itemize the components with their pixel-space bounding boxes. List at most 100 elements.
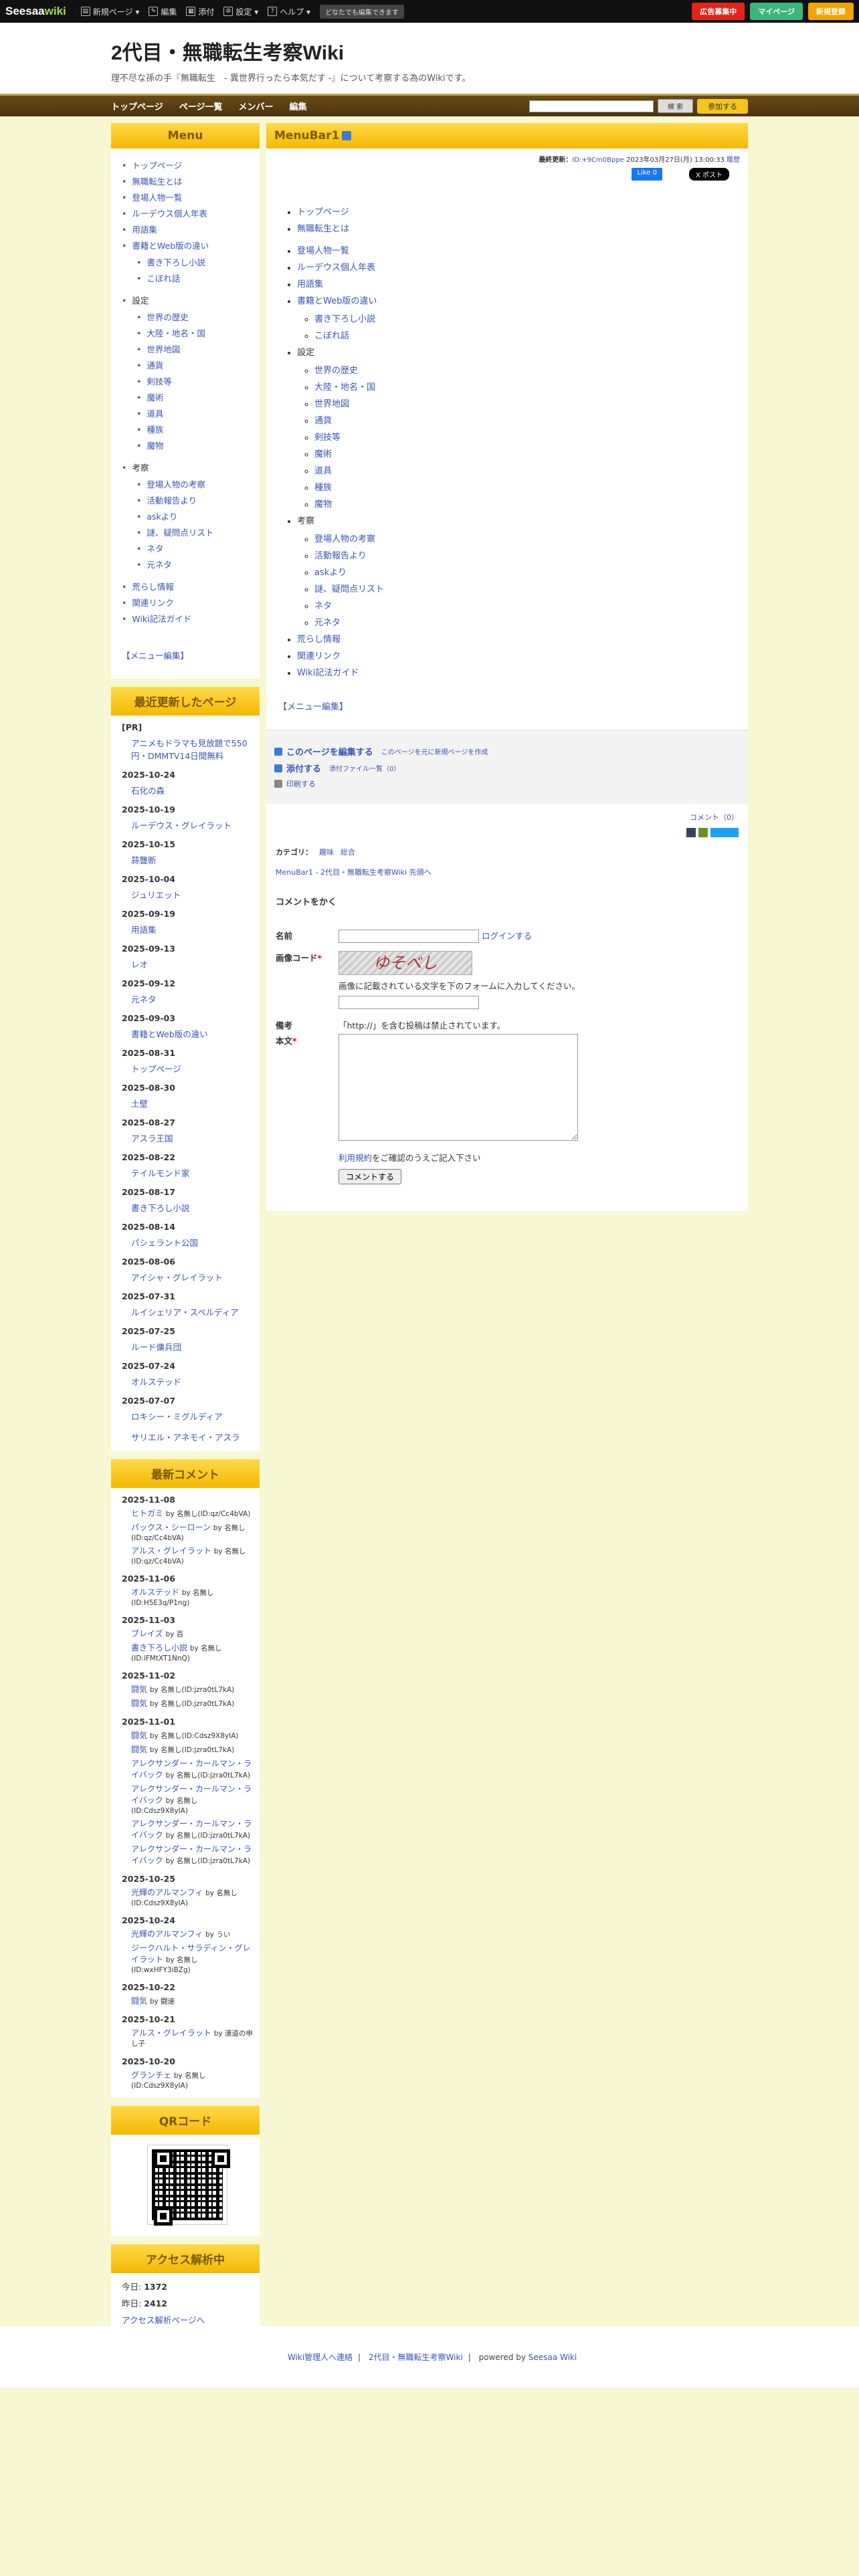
menu-subitem[interactable]: 魔物 — [147, 441, 163, 451]
menu-subitem[interactable]: 活動報告より — [147, 496, 197, 506]
recent-page-link[interactable]: ルード傭兵団 — [131, 1340, 253, 1353]
menu-subitem[interactable]: 大陸・地名・国 — [147, 328, 205, 338]
seesaa-logo[interactable]: Seesaawiki — [5, 5, 66, 18]
attach-link[interactable]: 添付する — [286, 764, 321, 774]
menu-subitem[interactable]: 種族 — [147, 425, 163, 435]
nav-page-list[interactable]: ページ一覧 — [179, 100, 223, 112]
menu-item[interactable]: 書籍とWeb版の違い — [132, 241, 209, 251]
comment-page-link[interactable]: 闘気 — [131, 1745, 147, 1754]
attach-menu[interactable]: ▦ 添付 — [186, 6, 214, 17]
body-link[interactable]: トップページ — [297, 207, 349, 217]
recent-page-link[interactable]: 書き下ろし小説 — [131, 1201, 253, 1214]
name-field[interactable] — [339, 929, 479, 943]
recent-page-link[interactable]: 書籍とWeb版の違い — [131, 1027, 253, 1040]
new-from-page-link[interactable]: このページを元に新規ページを作成 — [381, 749, 488, 756]
recent-page-link[interactable]: テイルモンド家 — [131, 1166, 253, 1179]
body-link[interactable]: 関連リンク — [297, 651, 341, 661]
settings-menu[interactable]: ⚙ 設定 ▾ — [223, 6, 258, 17]
comment-page-link[interactable]: 書き下ろし小説 — [131, 1643, 187, 1652]
body-link[interactable]: 荒らし情報 — [297, 635, 341, 645]
body-sublink[interactable]: 元ネタ — [314, 618, 341, 628]
body-sublink[interactable]: askより — [314, 568, 347, 578]
seesaa-wiki-link[interactable]: Seesaa Wiki — [529, 2353, 577, 2362]
history-link[interactable]: 履歴 — [727, 156, 740, 164]
help-menu[interactable]: ? ヘルプ ▾ — [268, 6, 310, 17]
menu-subitem[interactable]: 世界の歴史 — [147, 312, 189, 322]
pr-link[interactable]: アニメもドラマも見放題で550円・DMMTV14日間無料 — [131, 736, 253, 762]
category-link[interactable]: 総合 — [341, 848, 355, 857]
body-sublink[interactable]: 通貨 — [314, 416, 332, 426]
recent-page-link[interactable]: トップページ — [131, 1062, 253, 1075]
body-sublink[interactable]: こぼれ話 — [314, 331, 349, 341]
submit-comment-button[interactable]: コメントする — [339, 1168, 402, 1184]
recent-page-link[interactable]: アスラ王国 — [131, 1132, 253, 1144]
body-link[interactable]: ルーデウス個人年表 — [297, 263, 375, 273]
nav-members[interactable]: メンバー — [239, 100, 274, 112]
print-link[interactable]: 印刷する — [286, 778, 316, 789]
body-sublink[interactable]: 書き下ろし小説 — [314, 314, 375, 324]
body-sublink[interactable]: 世界の歴史 — [314, 366, 358, 376]
body-link[interactable]: Wiki記法ガイド — [297, 668, 359, 678]
edit-page-link[interactable]: このページを編集する — [286, 748, 373, 758]
tumblr-icon[interactable] — [686, 828, 696, 837]
body-sublink[interactable]: 道具 — [314, 466, 332, 476]
recent-page-link[interactable]: サリエル・アネモイ・アスラ — [131, 1430, 253, 1443]
body-sublink[interactable]: 世界地図 — [314, 399, 349, 409]
menu-subitem[interactable]: 魔術 — [147, 393, 163, 403]
menu-item[interactable]: 登場人物一覧 — [132, 193, 182, 203]
login-link[interactable]: ログインする — [482, 931, 532, 941]
ads-button[interactable]: 広告募集中 — [692, 3, 745, 20]
comment-page-link[interactable]: 闘気 — [131, 1699, 147, 1708]
breadcrumb[interactable]: MenuBar1 - 2代目・無職転生考察Wiki 先頭へ — [276, 868, 432, 877]
comment-page-link[interactable]: 光輝のアルマンフィ — [131, 1888, 203, 1897]
menu-subitem[interactable]: askより — [147, 512, 177, 522]
comment-body-field[interactable] — [339, 1033, 578, 1141]
menu-item[interactable]: ルーデウス個人年表 — [132, 209, 207, 219]
body-sublink[interactable]: 謎、疑問点リスト — [314, 584, 384, 595]
menu-subitem[interactable]: 謎、疑問点リスト — [147, 528, 213, 538]
site-title[interactable]: 2代目・無職転生考察Wiki — [111, 36, 859, 66]
mypage-button[interactable]: マイページ — [750, 3, 803, 20]
hatena-bookmark-icon[interactable] — [710, 828, 739, 837]
menu-subitem[interactable]: ネタ — [147, 544, 163, 554]
edit-pencil-icon[interactable] — [342, 131, 352, 140]
new-page-menu[interactable]: ▤ 新規ページ ▾ — [80, 6, 139, 17]
body-sublink[interactable]: 種族 — [314, 483, 332, 493]
menu-item[interactable]: 用語集 — [132, 225, 157, 235]
recent-page-link[interactable]: アイシャ・グレイラット — [131, 1271, 253, 1283]
comment-page-link[interactable]: ブレイズ — [131, 1629, 163, 1638]
recent-page-link[interactable]: パシェラント公国 — [131, 1236, 253, 1249]
body-link[interactable]: 無職転生とは — [297, 224, 349, 234]
body-sublink[interactable]: ネタ — [314, 601, 332, 611]
register-button[interactable]: 新規登録 — [808, 3, 854, 20]
comment-page-link[interactable]: グランチェ — [131, 2070, 171, 2080]
category-link[interactable]: 趣味 — [319, 848, 334, 857]
menu-subitem[interactable]: 世界地図 — [147, 344, 180, 354]
body-link[interactable]: 登場人物一覧 — [297, 246, 349, 256]
recent-page-link[interactable]: 元ネタ — [131, 992, 253, 1005]
body-link[interactable]: 書籍とWeb版の違い — [297, 296, 377, 306]
x-post-button[interactable]: X ポスト — [688, 168, 729, 181]
recent-page-link[interactable]: 土壁 — [131, 1097, 253, 1109]
body-sublink[interactable]: 魔術 — [314, 449, 332, 459]
menu-subitem[interactable]: 剣技等 — [147, 377, 172, 387]
body-sublink[interactable]: 登場人物の考察 — [314, 534, 375, 544]
menu-edit-link[interactable]: 【メニュー編集】 — [122, 651, 189, 661]
recent-page-link[interactable]: レオ — [131, 958, 253, 970]
menu-item[interactable]: 関連リンク — [132, 598, 174, 608]
comment-page-link[interactable]: 闘気 — [131, 1685, 147, 1694]
comment-count-link[interactable]: コメント（0） — [690, 813, 739, 822]
body-sublink[interactable]: 大陸・地名・国 — [314, 383, 375, 393]
captcha-field[interactable] — [339, 995, 479, 1009]
body-menu-edit-link[interactable]: 【メニュー編集】 — [278, 702, 348, 712]
body-sublink[interactable]: 剣技等 — [314, 433, 341, 443]
menu-subitem[interactable]: 元ネタ — [147, 560, 172, 570]
menu-subitem[interactable]: 通貨 — [147, 360, 163, 370]
body-sublink[interactable]: 活動報告より — [314, 551, 367, 561]
evernote-icon[interactable] — [698, 828, 708, 837]
comment-page-link[interactable]: 闘気 — [131, 1996, 147, 2006]
facebook-like-button[interactable]: Like 0 — [632, 168, 662, 181]
recent-page-link[interactable]: 蒜聾断 — [131, 853, 253, 866]
join-button[interactable]: 参加する — [697, 98, 748, 114]
menu-subitem[interactable]: 書き下ろし小説 — [147, 257, 205, 267]
